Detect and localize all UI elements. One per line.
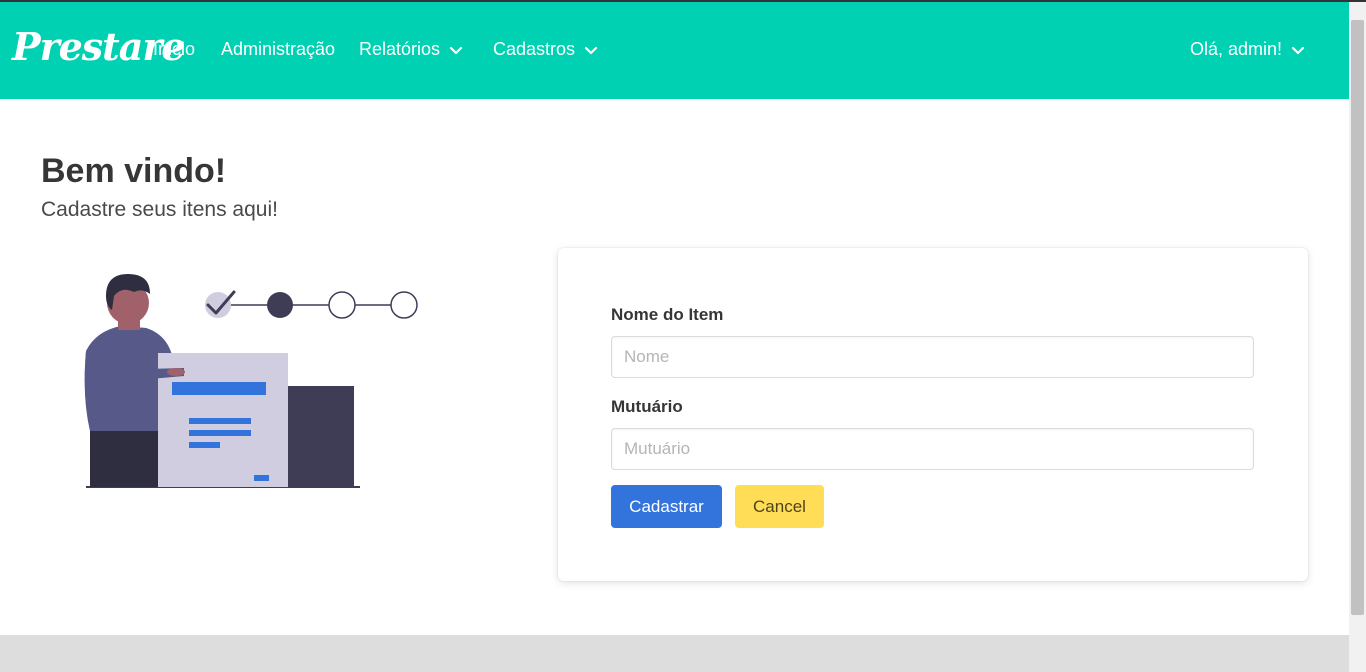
page-subtitle: Cadastre seus itens aqui! xyxy=(41,198,278,221)
nav-item-administracao[interactable]: Administração xyxy=(221,39,335,60)
nav-item-label: Administração xyxy=(221,39,336,59)
item-name-input[interactable] xyxy=(611,336,1254,378)
navbar: Prestare Inicio Administração Relatórios… xyxy=(0,2,1349,99)
registration-illustration xyxy=(84,274,418,488)
chevron-down-icon xyxy=(584,46,598,54)
nav-item-label: Cadastros xyxy=(493,39,576,59)
nav-item-relatorios-dropdown[interactable]: Relatórios xyxy=(359,39,464,60)
chevron-down-icon xyxy=(449,46,463,54)
vertical-scrollbar[interactable] xyxy=(1349,2,1366,672)
submit-button[interactable]: Cadastrar xyxy=(611,485,722,528)
nav-item-label: Relatórios xyxy=(359,39,441,59)
item-form-card: Nome do Item Mutuário Cadastrar Cancel xyxy=(558,248,1308,581)
page-title: Bem vindo! xyxy=(41,152,227,190)
page-footer xyxy=(0,635,1349,672)
user-greeting: Olá, admin! xyxy=(1190,39,1283,59)
user-menu-dropdown[interactable]: Olá, admin! xyxy=(1190,39,1306,60)
cancel-button[interactable]: Cancel xyxy=(735,485,824,528)
item-name-label: Nome do Item xyxy=(611,305,724,324)
scrollbar-thumb[interactable] xyxy=(1351,20,1364,615)
borrower-label: Mutuário xyxy=(611,397,683,416)
borrower-input[interactable] xyxy=(611,428,1254,470)
chevron-down-icon xyxy=(1291,46,1305,54)
nav-item-inicio[interactable]: Inicio xyxy=(153,39,195,60)
nav-item-cadastros-dropdown[interactable]: Cadastros xyxy=(493,39,599,60)
nav-item-label: Inicio xyxy=(153,39,196,59)
